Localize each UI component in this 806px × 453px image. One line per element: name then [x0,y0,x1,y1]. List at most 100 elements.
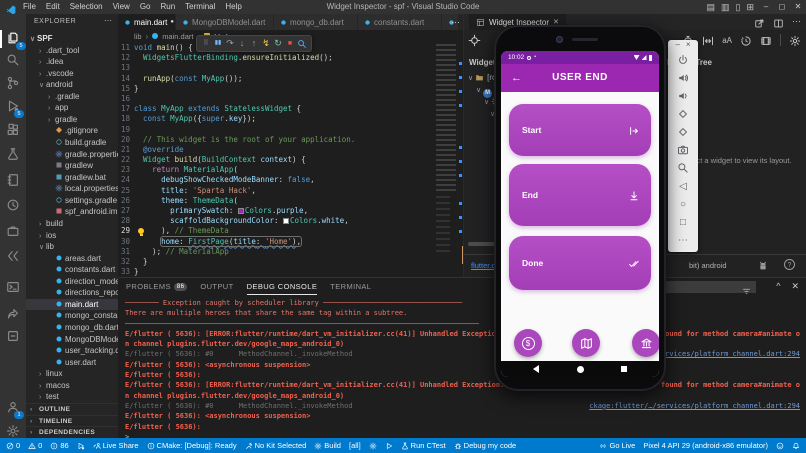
activity-todo[interactable] [0,328,26,346]
tree-item-macos[interactable]: ›macos [26,380,118,392]
tree-item-gradle[interactable]: ›gradle [26,114,118,126]
toggle-secondary-sidebar-icon[interactable]: ▯ [736,0,741,14]
menu-view[interactable]: View [113,0,130,14]
step-over-icon[interactable]: ↷ [224,36,236,51]
tree-item-areas-dart[interactable]: areas.dart [26,253,118,265]
minimize-icon[interactable]: – [675,40,679,51]
status-0[interactable]: 0 [2,441,24,450]
emulator-more-button[interactable]: ⋯ [668,231,698,249]
activity-testing[interactable] [0,146,26,164]
code-line-text[interactable]: scaffoldBackgroundColor: Colors.white, [134,216,349,226]
tree-item-spf[interactable]: ∨SPF [26,33,118,45]
drag-handle-icon[interactable]: ⠿ [200,36,212,51]
emulator-power-button[interactable] [668,51,698,69]
phone-button-end[interactable]: End [509,164,651,226]
panel-tab-problems[interactable]: PROBLEMS86 [126,279,187,295]
close-icon[interactable]: × [686,40,691,51]
tree-item-android[interactable]: ∨android [26,79,118,91]
sidebar-section-timeline[interactable]: ›TIMELINE [26,415,118,427]
screenshot-icon[interactable] [760,34,772,46]
close-panel-icon[interactable]: ✕ [791,280,799,293]
code-line-text[interactable]: ); // MaterialApp [134,247,229,257]
tree-item-mongo-db-dart[interactable]: mongo_db.dart [26,322,118,334]
tree-item--gitignore[interactable]: .gitignore [26,125,118,137]
activity-terminal[interactable] [0,279,26,297]
panel-tab-output[interactable]: OUTPUT [200,279,233,295]
restart-icon[interactable]: ↻ [272,36,284,51]
status-bell[interactable] [788,442,804,450]
open-preview-icon[interactable] [754,16,765,27]
status-cmake-debug-ready[interactable]: CMake: [Debug]: Ready [143,441,241,450]
code-line-text[interactable]: } [134,267,139,277]
code-line-text[interactable]: class MyApp extends StatelessWidget { [134,104,301,114]
menu-help[interactable]: Help [225,0,241,14]
stop-icon[interactable]: ■ [284,36,296,51]
status-run-ctest[interactable]: Run CTest [397,441,450,450]
menu-edit[interactable]: Edit [46,0,60,14]
phone-button-start[interactable]: Start [509,104,651,156]
tree-item--dart-tool[interactable]: ›.dart_tool [26,45,118,57]
status-pixel-4-api-29-android-x86-emulator[interactable]: Pixel 4 API 29 (android-x86 emulator) [639,441,772,450]
tree-item-lib[interactable]: ∨lib [26,241,118,253]
code-line-text[interactable]: const MyApp({super.key}); [134,114,256,124]
activity-notebooks[interactable] [0,172,26,190]
activity-search[interactable] [0,52,26,70]
code-line-text[interactable]: } [134,84,139,94]
emulator-rotate-left-button[interactable] [668,105,698,123]
menu-terminal[interactable]: Terminal [185,0,215,14]
tree-item-linux[interactable]: ›linux [26,368,118,380]
tree-item-settings-gradle[interactable]: settings.gradle [26,195,118,207]
tree-item-directions-repository-dart[interactable]: directions_repository.dart [26,287,118,299]
emulator-back-button[interactable]: ◁ [668,177,698,195]
tree-item-build[interactable]: ›build [26,218,118,230]
stack-frame-link[interactable]: services/platform_channel.dart:294 [657,349,800,359]
emulator-rotate-right-button[interactable] [668,123,698,141]
tree-item-app[interactable]: ›app [26,102,118,114]
code-line-text[interactable]: } [134,257,148,267]
toggle-panel-icon[interactable]: ▥ [721,0,730,14]
activity-extensions[interactable] [0,122,26,140]
emulator-volume-up-button[interactable] [668,69,698,87]
menu-run[interactable]: Run [160,0,175,14]
code-editor[interactable]: 11void main() {12 WidgetsFlutterBinding.… [118,43,463,277]
editor-tab-main.dart[interactable]: main.dart● [118,14,176,30]
sidebar-section-dependencies[interactable]: ›DEPENDENCIES [26,426,118,438]
text-size-icon[interactable]: aA [722,36,732,45]
fab-dollar-button[interactable]: $ [514,329,542,357]
tabs-overflow-icon[interactable]: ⋯ [451,14,460,30]
tree-item-main-dart[interactable]: main.dart [26,299,118,311]
hot-reload-icon[interactable]: ↯ [260,36,272,51]
split-editor-icon[interactable] [773,16,784,27]
status-debug-my-code[interactable]: Debug my code [450,441,521,450]
code-line-text[interactable]: runApp(const MyApp()); [134,74,242,84]
maximize-restore-button[interactable]: ◻ [774,0,790,14]
status-gear[interactable] [365,442,381,450]
tree-item--gradle[interactable]: ›.gradle [26,91,118,103]
activity-accounts[interactable]: 1 [0,399,26,417]
tree-item-spf-android-iml[interactable]: spf_android.iml [26,206,118,218]
activity-share[interactable] [0,306,26,324]
editor-tab-mongo_db.dart[interactable]: mongo_db.dart [274,14,358,30]
breadcrumb-item[interactable]: lib [134,32,142,41]
code-line-text[interactable]: title: 'Sparta Hack', [134,186,256,196]
toggle-sidebar-icon[interactable]: ▤ [706,0,715,14]
nav-home-button[interactable] [577,366,584,373]
sidebar-section-outline[interactable]: ›OUTLINE [26,403,118,415]
tree-item-direction-models-dart[interactable]: direction_models.dart [26,276,118,288]
status-build[interactable]: Build [310,441,345,450]
code-line-text[interactable]: WidgetsFlutterBinding.ensureInitialized(… [134,53,333,63]
minimize-button[interactable]: – [758,0,774,14]
status-all[interactable]: [all] [345,441,365,450]
status-debug[interactable] [73,442,89,450]
filter-icon[interactable] [742,283,751,292]
menu-go[interactable]: Go [140,0,151,14]
collapse-panel-icon[interactable]: ^ [776,280,780,293]
tree-item-mongodbmodel-dart[interactable]: MongoDBModel.dart [26,334,118,346]
more-actions-icon[interactable]: ⋯ [104,16,112,25]
editor-tab-constants.dart[interactable]: constants.dart [358,14,442,30]
tree-item-mongo-constant-dart[interactable]: mongo_constant.dart [26,310,118,322]
code-line-text[interactable]: theme: ThemeData( [134,196,238,206]
code-line-text[interactable]: home: FirstPage(title: 'Home'), [134,237,301,247]
panel-tab-debug-console[interactable]: DEBUG CONSOLE [247,278,318,295]
tree-item-local-properties[interactable]: local.properties [26,183,118,195]
